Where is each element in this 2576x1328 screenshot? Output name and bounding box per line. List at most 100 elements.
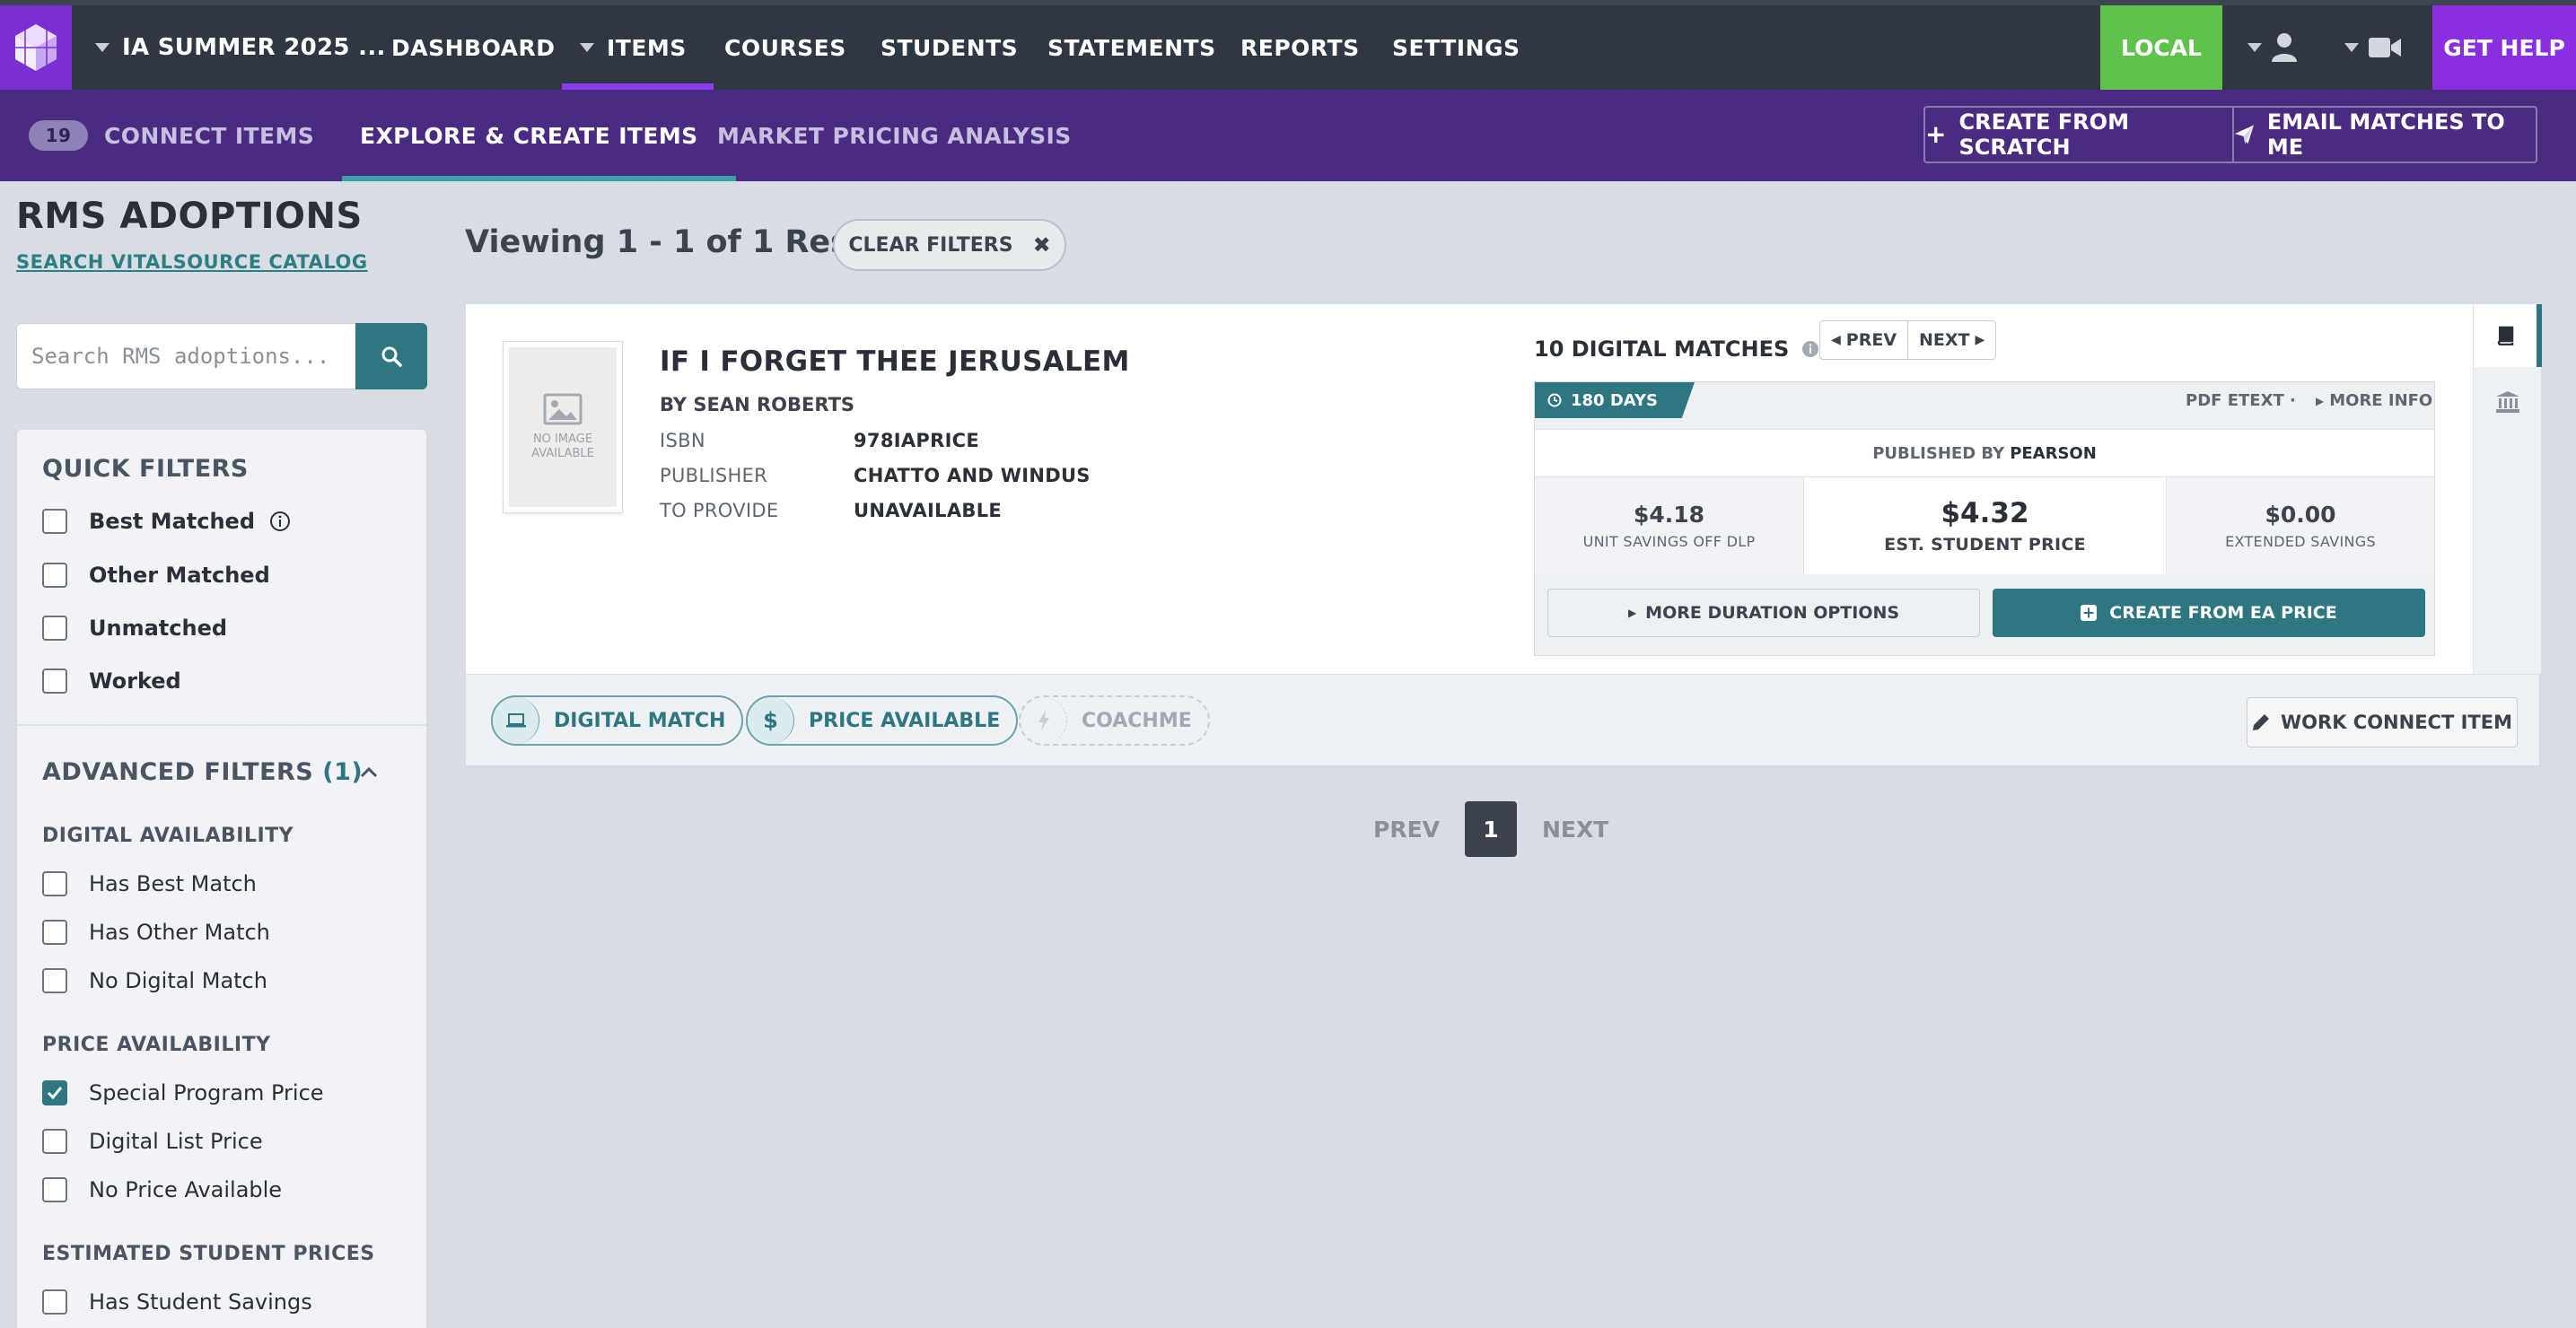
user-menu[interactable] (2247, 5, 2298, 90)
match-details: 180 DAYS PDF ETEXT · ▶ MORE INFO PUBLISH… (1534, 381, 2435, 656)
filter-digital-list-price[interactable]: Digital List Price (42, 1129, 263, 1154)
quick-filters-heading: QUICK FILTERS (42, 455, 249, 483)
match-next-label: NEXT (1919, 330, 1970, 350)
create-from-scratch-button[interactable]: + CREATE FROM SCRATCH (1923, 106, 2234, 163)
more-duration-options-button[interactable]: ▶ MORE DURATION OPTIONS (1547, 589, 1980, 637)
paper-plane-icon (2234, 125, 2254, 144)
info-icon[interactable] (1801, 340, 1819, 358)
user-icon (2272, 33, 2297, 62)
caret-right-icon: ▶ (1975, 333, 1985, 347)
tag-digital-match[interactable]: DIGITAL MATCH (491, 695, 744, 746)
chevron-down-icon (580, 43, 594, 52)
nav-statements[interactable]: STATEMENTS (1047, 5, 1216, 90)
caret-right-icon: ▶ (2316, 394, 2325, 407)
tag-label: COACHME (1082, 709, 1192, 732)
email-matches-button[interactable]: EMAIL MATCHES TO ME (2232, 106, 2537, 163)
filter-other-matched[interactable]: Other Matched (42, 563, 270, 588)
filter-worked[interactable]: Worked (42, 668, 181, 694)
tag-label: PRICE AVAILABLE (809, 709, 1001, 732)
email-matches-label: EMAIL MATCHES TO ME (2266, 109, 2505, 160)
tab-market-pricing-analysis[interactable]: MARKET PRICING ANALYSIS (717, 90, 1072, 181)
filter-best-matched[interactable]: Best Matched (42, 509, 291, 534)
checkbox[interactable] (42, 1129, 67, 1154)
nav-dashboard[interactable]: DASHBOARD (391, 5, 556, 90)
filter-no-price-available[interactable]: No Price Available (42, 1177, 282, 1202)
chevron-down-icon (2344, 43, 2359, 52)
search-vitalsource-link[interactable]: SEARCH VITALSOURCE CATALOG (16, 251, 368, 273)
item-side-tabs (2473, 304, 2542, 674)
item-author: BY SEAN ROBERTS (660, 394, 855, 415)
get-help-button[interactable]: GET HELP (2432, 5, 2576, 90)
video-menu[interactable] (2344, 5, 2402, 90)
checkbox[interactable] (42, 616, 67, 641)
filter-special-program-price[interactable]: Special Program Price (42, 1080, 324, 1105)
checkbox[interactable] (42, 1289, 67, 1315)
nav-settings[interactable]: SETTINGS (1392, 5, 1520, 90)
checkbox[interactable] (42, 968, 67, 993)
app-logo[interactable] (0, 5, 72, 90)
close-icon: ✖ (1032, 232, 1051, 258)
nav-courses[interactable]: COURSES (724, 5, 846, 90)
checkbox[interactable] (42, 668, 67, 694)
advanced-filters-toggle[interactable]: ADVANCED FILTERS (1) (42, 758, 363, 786)
filter-panel: QUICK FILTERS Best Matched Other Matched… (16, 429, 427, 1328)
match-next-button[interactable]: NEXT ▶ (1907, 321, 1995, 359)
filter-label: Best Matched (89, 509, 256, 534)
meta-value-publisher: CHATTO AND WINDUS (854, 465, 1091, 486)
match-prev-button[interactable]: ◀ PREV (1820, 321, 1907, 359)
work-connect-item-label: WORK CONNECT ITEM (2281, 712, 2512, 733)
caret-left-icon: ◀ (1831, 333, 1841, 347)
clear-filters-label: CLEAR FILTERS (848, 233, 1013, 257)
checkmark-icon (47, 1087, 63, 1100)
pager-next[interactable]: NEXT (1542, 817, 1608, 843)
checkbox[interactable] (42, 563, 67, 588)
filter-label: Worked (89, 668, 181, 694)
video-camera-icon (2369, 38, 2401, 57)
book-icon (2497, 326, 2514, 345)
filter-no-digital-match[interactable]: No Digital Match (42, 968, 267, 993)
checkbox-checked[interactable] (42, 1080, 67, 1105)
pager-current-page[interactable]: 1 (1465, 801, 1517, 857)
tag-price-available[interactable]: $ PRICE AVAILABLE (746, 695, 1019, 746)
more-info-toggle[interactable]: ▶ MORE INFO (2316, 391, 2432, 410)
filter-unmatched[interactable]: Unmatched (42, 616, 227, 641)
filter-has-other-match[interactable]: Has Other Match (42, 920, 270, 945)
tab-connect-items-label: CONNECT ITEMS (104, 122, 315, 149)
pager-prev[interactable]: PREV (1373, 817, 1440, 843)
unit-savings-value: $4.18 (1633, 502, 1705, 528)
checkbox[interactable] (42, 1177, 67, 1202)
match-pager: ◀ PREV NEXT ▶ (1819, 320, 1997, 360)
advanced-filters-heading: ADVANCED FILTERS (42, 758, 314, 786)
work-connect-item-button[interactable]: WORK CONNECT ITEM (2247, 697, 2518, 747)
environment-badge[interactable]: LOCAL (2100, 5, 2222, 90)
term-selector[interactable]: IA SUMMER 2025 ... (95, 5, 386, 90)
tag-coachme[interactable]: COACHME (1019, 695, 1210, 746)
student-price-cell: $4.32 EST. STUDENT PRICE (1804, 477, 2167, 574)
search-input[interactable] (16, 323, 355, 389)
clear-filters-button[interactable]: CLEAR FILTERS ✖ (833, 219, 1066, 271)
tab-institution[interactable] (2474, 380, 2542, 424)
info-icon[interactable] (269, 511, 291, 532)
image-icon (543, 393, 583, 425)
nav-reports[interactable]: REPORTS (1240, 5, 1360, 90)
top-nav: IA SUMMER 2025 ... DASHBOARD ITEMS COURS… (0, 0, 2576, 90)
nav-students[interactable]: STUDENTS (881, 5, 1018, 90)
checkbox[interactable] (42, 509, 67, 534)
create-from-ea-price-button[interactable]: CREATE FROM EA PRICE (1993, 589, 2425, 637)
checkbox[interactable] (42, 920, 67, 945)
format-text: PDF ETEXT (2186, 391, 2284, 410)
more-info-label: MORE INFO (2329, 391, 2433, 410)
tab-explore-create-items[interactable]: EXPLORE & CREATE ITEMS (342, 90, 736, 181)
match-prev-label: PREV (1845, 330, 1897, 350)
digital-matches-heading: 10 DIGITAL MATCHES (1534, 336, 1819, 362)
digital-matches-label: 10 DIGITAL MATCHES (1534, 336, 1790, 362)
filter-has-student-savings[interactable]: Has Student Savings (42, 1289, 312, 1315)
search-icon (381, 346, 402, 367)
search-button[interactable] (355, 323, 427, 389)
chevron-up-icon[interactable] (358, 762, 380, 783)
tab-connect-items[interactable]: 19 CONNECT ITEMS (29, 90, 314, 181)
tab-book[interactable] (2474, 304, 2542, 367)
nav-items[interactable]: ITEMS (562, 5, 714, 90)
filter-has-best-match[interactable]: Has Best Match (42, 871, 257, 896)
checkbox[interactable] (42, 871, 67, 896)
